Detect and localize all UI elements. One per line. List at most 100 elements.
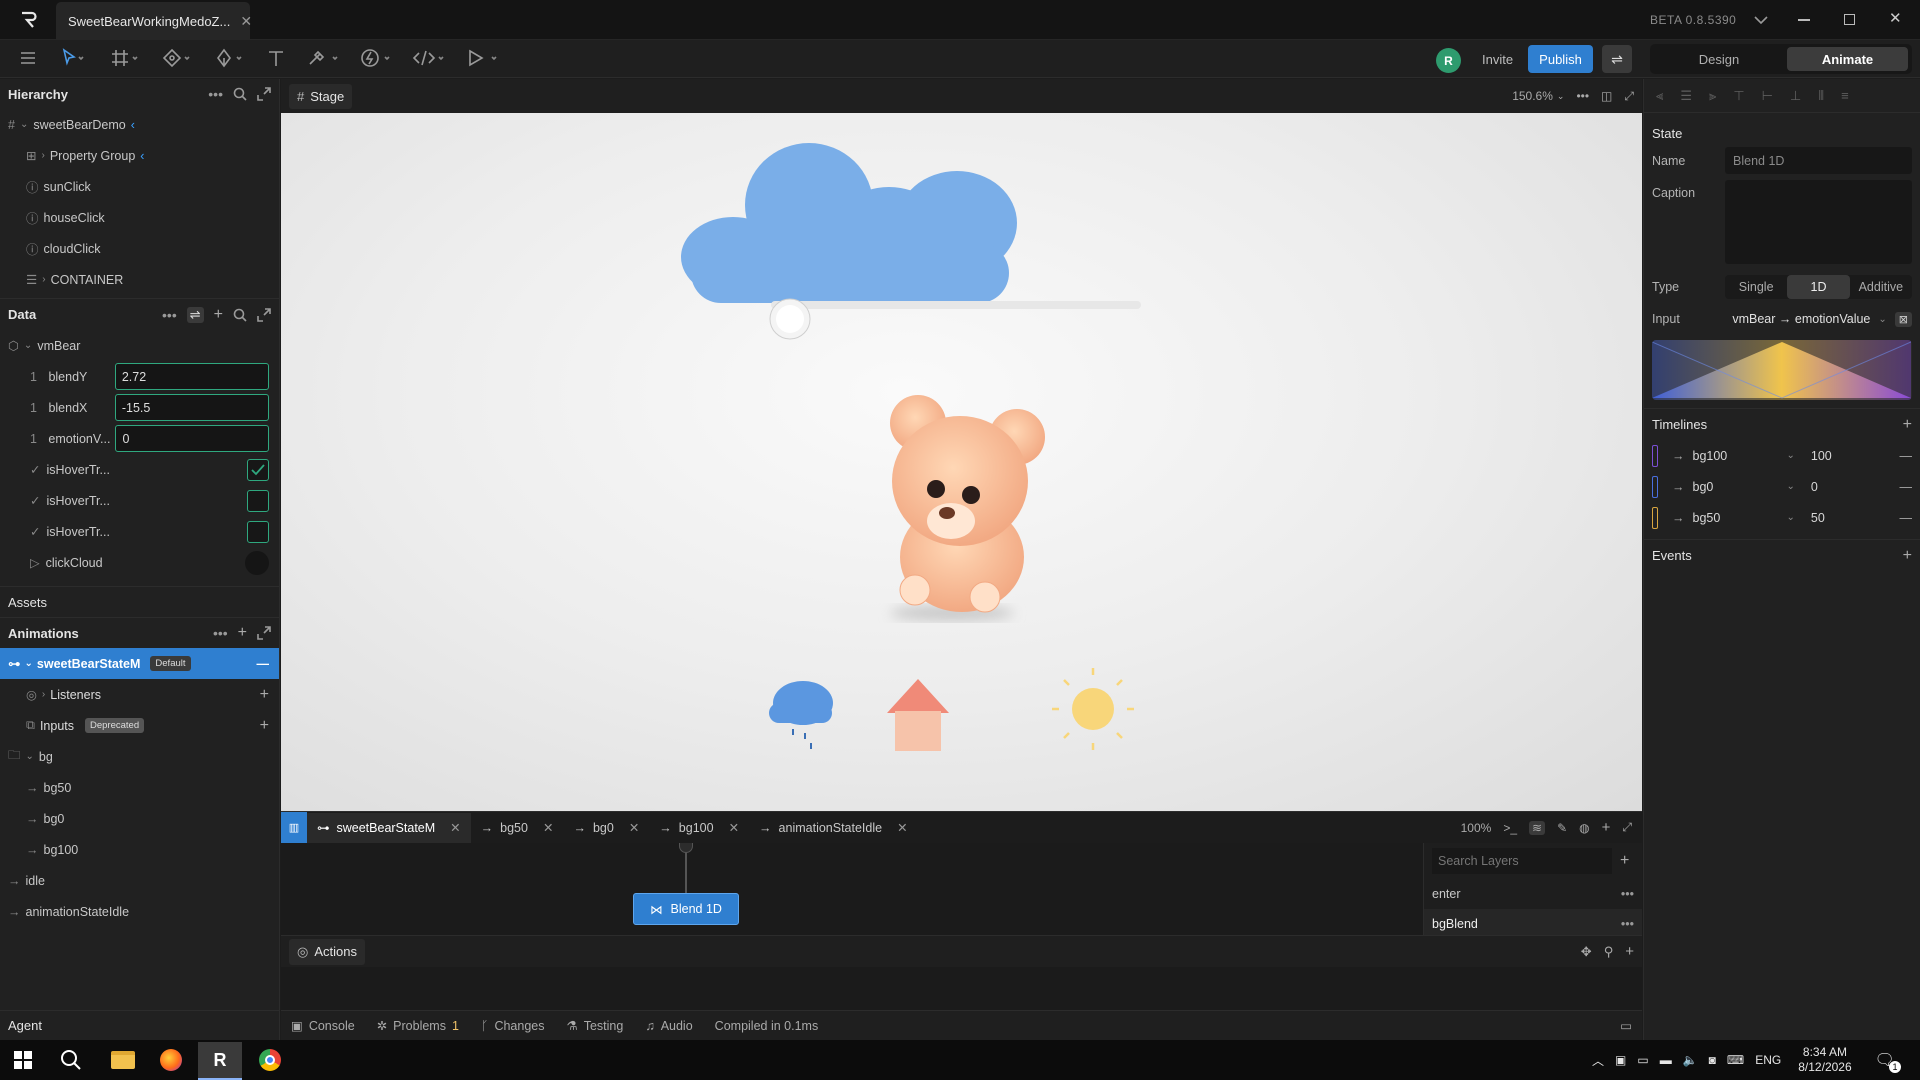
close-icon[interactable]: ✕: [629, 820, 639, 835]
align-top-icon[interactable]: ⊤: [1733, 88, 1744, 104]
animate-mode-button[interactable]: Animate: [1787, 47, 1908, 71]
share-toggle-button[interactable]: ⇌: [1602, 45, 1632, 73]
timeline-value[interactable]: 50: [1811, 511, 1891, 525]
expand-icon[interactable]: ⤢: [1624, 89, 1634, 104]
add-layer-icon[interactable]: +: [1620, 852, 1629, 870]
close-window-icon[interactable]: ✕: [1889, 9, 1902, 27]
rive-app-icon[interactable]: R: [198, 1042, 242, 1080]
tree-item[interactable]: ⓘ sunClick: [8, 171, 279, 202]
type-1d-option[interactable]: 1D: [1787, 275, 1850, 299]
pen-tool-icon[interactable]: [214, 48, 244, 68]
checkbox-unchecked[interactable]: [247, 520, 269, 543]
chevron-down-icon[interactable]: ⌄: [1787, 450, 1795, 461]
tab-animation-state-idle[interactable]: → animationStateIdle ✕: [749, 813, 918, 843]
expand-icon[interactable]: ⤢: [1622, 820, 1632, 835]
tab-bg100[interactable]: → bg100 ✕: [649, 813, 749, 843]
animation-item[interactable]: → bg50: [0, 772, 279, 803]
inputs-item[interactable]: ⧉ Inputs Deprecated +: [0, 710, 279, 741]
timeline-value[interactable]: 100: [1811, 449, 1891, 463]
design-mode-button[interactable]: Design: [1654, 47, 1784, 71]
cloud-graphic[interactable]: [681, 143, 1017, 303]
add-input-icon[interactable]: +: [260, 717, 269, 735]
type-additive-option[interactable]: Additive: [1850, 275, 1912, 299]
play-icon[interactable]: [466, 48, 500, 68]
align-left-icon[interactable]: ⫷: [1656, 88, 1663, 104]
slider-track[interactable]: [771, 301, 1141, 309]
frame-tool-icon[interactable]: [110, 48, 140, 68]
code-tool-icon[interactable]: [412, 48, 446, 68]
problems-tab[interactable]: ✲ Problems 1: [377, 1018, 459, 1034]
bind-icon[interactable]: ⇌: [186, 306, 204, 323]
minimize-icon[interactable]: [1798, 19, 1810, 21]
search-icon[interactable]: [60, 1049, 82, 1071]
state-graph[interactable]: ⋈ Blend 1D: [281, 843, 1423, 935]
move-icon[interactable]: ✥: [1581, 944, 1592, 960]
add-timeline-icon[interactable]: +: [1903, 416, 1912, 434]
clock[interactable]: 8:34 AM 8/12/2026: [1798, 1045, 1851, 1075]
tree-item[interactable]: ⓘ houseClick: [8, 202, 279, 233]
notification-button[interactable]: 🗨 1: [1875, 1050, 1901, 1073]
remove-timeline-icon[interactable]: —: [1900, 449, 1913, 463]
battery-icon[interactable]: ▬: [1660, 1053, 1672, 1067]
collapse-icon[interactable]: —: [257, 657, 270, 671]
animation-item[interactable]: → bg100: [0, 834, 279, 865]
chevron-down-icon[interactable]: ⌄: [1787, 512, 1795, 523]
shape-tool-icon[interactable]: [162, 48, 192, 68]
remove-timeline-icon[interactable]: —: [1900, 480, 1913, 494]
rain-cloud-button[interactable]: [769, 681, 833, 749]
camera-icon[interactable]: ◙: [1709, 1053, 1716, 1067]
expand-icon[interactable]: [257, 307, 271, 322]
more-icon[interactable]: •••: [1621, 917, 1634, 931]
name-input[interactable]: Blend 1D: [1725, 147, 1912, 174]
menu-icon[interactable]: [18, 48, 38, 68]
layers-icon[interactable]: ≋: [1529, 820, 1546, 835]
add-event-icon[interactable]: +: [1903, 547, 1912, 565]
tab-bg0[interactable]: → bg0 ✕: [563, 813, 649, 843]
console-tab[interactable]: ▣ Console: [291, 1018, 355, 1034]
changes-tab[interactable]: ᚴ Changes: [481, 1019, 545, 1033]
expand-icon[interactable]: [257, 626, 271, 640]
testing-tab[interactable]: ⚗ Testing: [566, 1018, 623, 1034]
tree-item[interactable]: # ⌄ sweetBearDemo ‹: [8, 109, 279, 140]
text-tool-icon[interactable]: [266, 48, 286, 68]
align-right-icon[interactable]: ⫸: [1709, 88, 1716, 104]
more-icon[interactable]: •••: [1576, 89, 1589, 103]
publish-button[interactable]: Publish: [1528, 45, 1593, 73]
stage-canvas[interactable]: [281, 113, 1642, 811]
close-icon[interactable]: ✕: [450, 820, 460, 835]
chevron-down-icon[interactable]: ⌄: [1878, 314, 1886, 325]
bone-tool-icon[interactable]: [306, 48, 340, 68]
sidebar-toggle-button[interactable]: ▥: [281, 812, 307, 843]
audio-tab[interactable]: ♫ Audio: [645, 1019, 692, 1033]
emotion-value-input[interactable]: 0: [115, 425, 269, 452]
globe-icon[interactable]: ◍: [1579, 821, 1589, 835]
pin-icon[interactable]: ⚲: [1604, 944, 1614, 960]
listeners-item[interactable]: ◎ › Listeners +: [0, 679, 279, 710]
tree-item[interactable]: ☰ › CONTAINER: [8, 264, 279, 295]
expand-icon[interactable]: [257, 87, 271, 101]
tab-bg50[interactable]: → bg50 ✕: [471, 813, 564, 843]
viewmodel-item[interactable]: ⬡ ⌄ vmBear: [8, 330, 269, 361]
tree-item[interactable]: ⓘ cloudClick: [8, 233, 279, 264]
more-icon[interactable]: •••: [1621, 887, 1634, 901]
search-icon[interactable]: [233, 308, 247, 322]
chevron-up-icon[interactable]: ︿: [1592, 1052, 1604, 1069]
chevron-down-icon[interactable]: [1753, 13, 1769, 27]
house-button[interactable]: [887, 679, 949, 751]
timeline-value[interactable]: 0: [1811, 480, 1891, 494]
align-bottom-icon[interactable]: ⊥: [1790, 88, 1801, 104]
close-icon[interactable]: ✕: [729, 820, 739, 835]
folder-item[interactable]: 🗀 ⌄ bg: [0, 741, 279, 772]
add-icon[interactable]: +: [214, 306, 223, 324]
blend-x-input[interactable]: -15.5: [114, 394, 269, 421]
add-listener-icon[interactable]: +: [260, 686, 269, 704]
close-icon[interactable]: ✕: [543, 820, 553, 835]
event-tool-icon[interactable]: [360, 48, 392, 68]
align-middle-icon[interactable]: ⊢: [1762, 88, 1773, 104]
tab-state-machine[interactable]: ⊶ sweetBearStateM ✕: [307, 812, 471, 843]
add-icon[interactable]: +: [1625, 943, 1634, 960]
select-tool-icon[interactable]: [60, 48, 86, 68]
close-icon[interactable]: ✕: [897, 820, 907, 835]
chevron-down-icon[interactable]: ⌄: [1787, 481, 1795, 492]
rive-logo-icon[interactable]: [18, 9, 40, 31]
